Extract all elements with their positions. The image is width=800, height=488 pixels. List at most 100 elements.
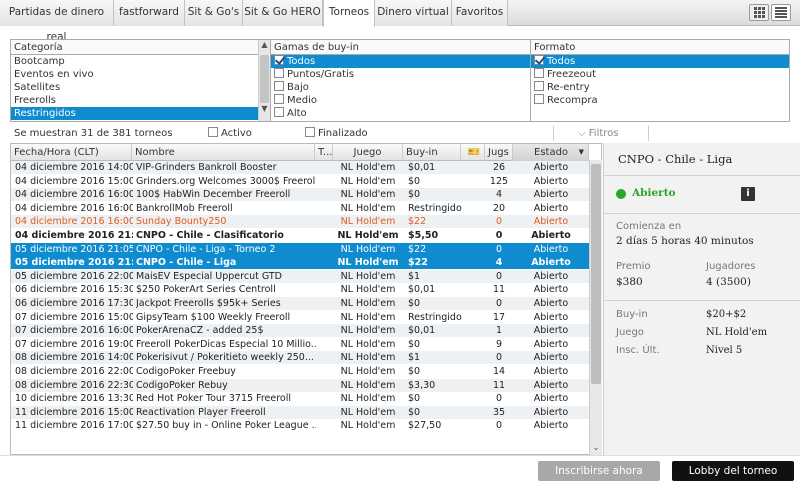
cell-buyin: $0 [408, 393, 421, 405]
cell-buyin: $5,50 [408, 230, 439, 241]
table-row[interactable]: 05 diciembre 2016 21:05CNPO - Chile - Li… [11, 256, 589, 270]
cell-estado: Abierto [533, 270, 569, 282]
insc-value: Nivel 5 [706, 345, 743, 356]
scroll-thumb[interactable] [591, 164, 601, 384]
buyin-option-medio[interactable]: Medio [271, 94, 530, 107]
table-row[interactable]: 11 diciembre 2016 15:00 Reactivation Play… [11, 405, 589, 419]
cell-juego: NL Hold'em [340, 284, 396, 296]
table-row[interactable]: 04 diciembre 2016 21:05CNPO - Chile - Cl… [11, 229, 589, 242]
col-buyin[interactable]: Buy-in [403, 144, 461, 161]
table-scrollbar[interactable]: ⌄ [589, 160, 602, 455]
cell-jugs: 4 [495, 189, 503, 201]
categoria-item-selected[interactable]: Restringidos [11, 107, 258, 120]
formato-option-recompra[interactable]: Recompra [531, 94, 789, 107]
col-estado[interactable]: Estado ▼ [513, 144, 589, 161]
cell-fecha: 07 diciembre 2016 19:00 [15, 338, 133, 350]
info-icon[interactable]: i [741, 187, 755, 201]
finalizado-filter[interactable]: Finalizado [305, 127, 368, 139]
col-juego[interactable]: Juego [333, 144, 403, 161]
cell-nombre: CNPO - Chile - Clasificatorio [136, 230, 284, 241]
col-nombre[interactable]: Nombre [132, 144, 315, 161]
cell-buyin: $0,01 [408, 284, 436, 296]
col-jugs[interactable]: Jugs [485, 144, 513, 161]
table-row[interactable]: 06 diciembre 2016 15:30 $250 PokerArt Ser… [11, 283, 589, 296]
checkbox-checked-icon[interactable] [534, 55, 544, 65]
table-row[interactable]: 07 diciembre 2016 19:00 Freeroll PokerDic… [11, 338, 589, 351]
table-row[interactable]: 08 diciembre 2016 22:00 CodigoPoker Freeb… [11, 365, 589, 378]
checkbox-checked-icon[interactable] [274, 55, 284, 65]
cell-estado: Abierto [533, 379, 569, 391]
tab-sit-and-go-hero[interactable]: Sit & Go HERO [243, 0, 323, 26]
filtros-toggle[interactable]: ⌵ Filtros [578, 128, 619, 139]
table-row[interactable]: 04 diciembre 2016 15:00 Grinders.org Welc… [11, 175, 589, 188]
formato-list: Formato Todos Freezeout Re-entry Recompr… [531, 40, 789, 121]
cell-nombre: CNPO - Chile - Liga [136, 257, 237, 269]
buyin-option-bajo[interactable]: Bajo [271, 81, 530, 94]
checkbox-icon[interactable] [534, 94, 544, 104]
cell-fecha: 06 diciembre 2016 17:30 [15, 298, 133, 309]
buyin-option-alto[interactable]: Alto [271, 107, 530, 120]
tab-dinero-real[interactable]: Partidas de dinero real [0, 0, 114, 43]
table-row[interactable]: 07 diciembre 2016 16:00 PokerArenaCZ - ad… [11, 324, 589, 338]
table-row[interactable]: 04 diciembre 2016 16:00 100$ HabWin Decem… [11, 188, 589, 202]
cell-buyin: $0 [408, 298, 421, 309]
table-row[interactable]: 07 diciembre 2016 15:00 GipsyTeam $100 We… [11, 311, 589, 324]
table-row[interactable]: 05 diciembre 2016 22:00 MaisEV Especial U… [11, 269, 589, 283]
categoria-item[interactable]: Bootcamp [11, 55, 258, 68]
tab-favoritos[interactable]: Favoritos [452, 0, 508, 26]
checkbox-icon[interactable] [274, 94, 284, 104]
ticket-icon: 🎫 [467, 147, 481, 158]
table-row[interactable]: 06 diciembre 2016 17:30 Jackpot Freerolls… [11, 297, 589, 310]
grid-view-button[interactable] [749, 4, 769, 21]
table-row[interactable]: 04 diciembre 2016 16:00 Sunday Bounty250 N… [11, 215, 589, 229]
scroll-up-icon[interactable]: ▲ [259, 40, 270, 54]
buyin-option-todos[interactable]: Todos [271, 55, 530, 68]
table-row[interactable]: 08 diciembre 2016 22:30 CodigoPoker Rebuy… [11, 378, 589, 392]
cell-juego: NL Hold'em [340, 406, 396, 418]
comienza-value: 2 días 5 horas 40 minutos [616, 235, 754, 247]
checkbox-icon[interactable] [274, 107, 284, 117]
tournament-lobby-button[interactable]: Lobby del torneo [672, 461, 794, 481]
categoria-item[interactable]: Freerolls [11, 94, 258, 107]
categoria-item[interactable]: Eventos en vivo [11, 68, 258, 81]
filters-panel: Categoría Bootcamp Eventos en vivo Satel… [10, 39, 790, 122]
table-row[interactable]: 10 diciembre 2016 13:30 Red Hot Poker Tou… [11, 392, 589, 405]
formato-option-reentry[interactable]: Re-entry [531, 81, 789, 94]
checkbox-icon[interactable] [534, 81, 544, 91]
checkbox-icon[interactable] [534, 68, 544, 78]
categoria-scrollbar[interactable]: ▲ ▼ [258, 40, 270, 121]
categoria-item[interactable]: Satellites [11, 81, 258, 94]
list-view-button[interactable] [771, 4, 791, 21]
tab-torneos[interactable]: Torneos [323, 0, 375, 27]
formato-option-todos[interactable]: Todos [531, 55, 789, 68]
tab-sit-and-go[interactable]: Sit & Go's [185, 0, 243, 26]
tab-fastforward[interactable]: fastforward [114, 0, 185, 26]
checkbox-icon[interactable] [305, 127, 315, 137]
activo-filter[interactable]: Activo [208, 127, 252, 139]
cell-nombre: Reactivation Player Freeroll [136, 406, 266, 418]
checkbox-icon[interactable] [274, 81, 284, 91]
col-fecha[interactable]: Fecha/Hora (CLT) [11, 144, 132, 161]
tab-dinero-virtual[interactable]: Dinero virtual [375, 0, 452, 26]
cell-jugs: 0 [495, 230, 503, 241]
cell-buyin: $0 [408, 406, 421, 418]
checkbox-icon[interactable] [208, 127, 218, 137]
col-ticket[interactable]: 🎫 [461, 144, 485, 161]
table-row[interactable]: 05 diciembre 2016 21:05CNPO - Chile - Li… [11, 242, 589, 256]
buyin-option-puntos[interactable]: Puntos/Gratis [271, 68, 530, 81]
table-row[interactable]: 08 diciembre 2016 14:00 Pokerisivut / Pok… [11, 351, 589, 365]
checkbox-icon[interactable] [274, 68, 284, 78]
cell-juego: NL Hold'em [340, 311, 396, 323]
scroll-down-icon[interactable]: ⌄ [590, 443, 602, 453]
formato-option-freezeout[interactable]: Freezeout [531, 68, 789, 81]
scroll-thumb[interactable] [260, 55, 269, 103]
cell-buyin: $0 [408, 175, 421, 187]
table-row[interactable]: 04 diciembre 2016 16:00 BankrollMob Freer… [11, 202, 589, 215]
col-t[interactable]: T... [315, 144, 333, 161]
cell-estado: Abierto [533, 338, 569, 350]
table-row[interactable]: 04 diciembre 2016 14:00 VIP-Grinders Bank… [11, 161, 589, 174]
register-button[interactable]: Inscribirse ahora [538, 461, 660, 481]
cell-estado: Abierto [533, 162, 569, 173]
table-row[interactable]: 11 diciembre 2016 17:00 $27.50 buy in - O… [11, 419, 589, 432]
scroll-down-icon[interactable]: ▼ [259, 104, 270, 118]
